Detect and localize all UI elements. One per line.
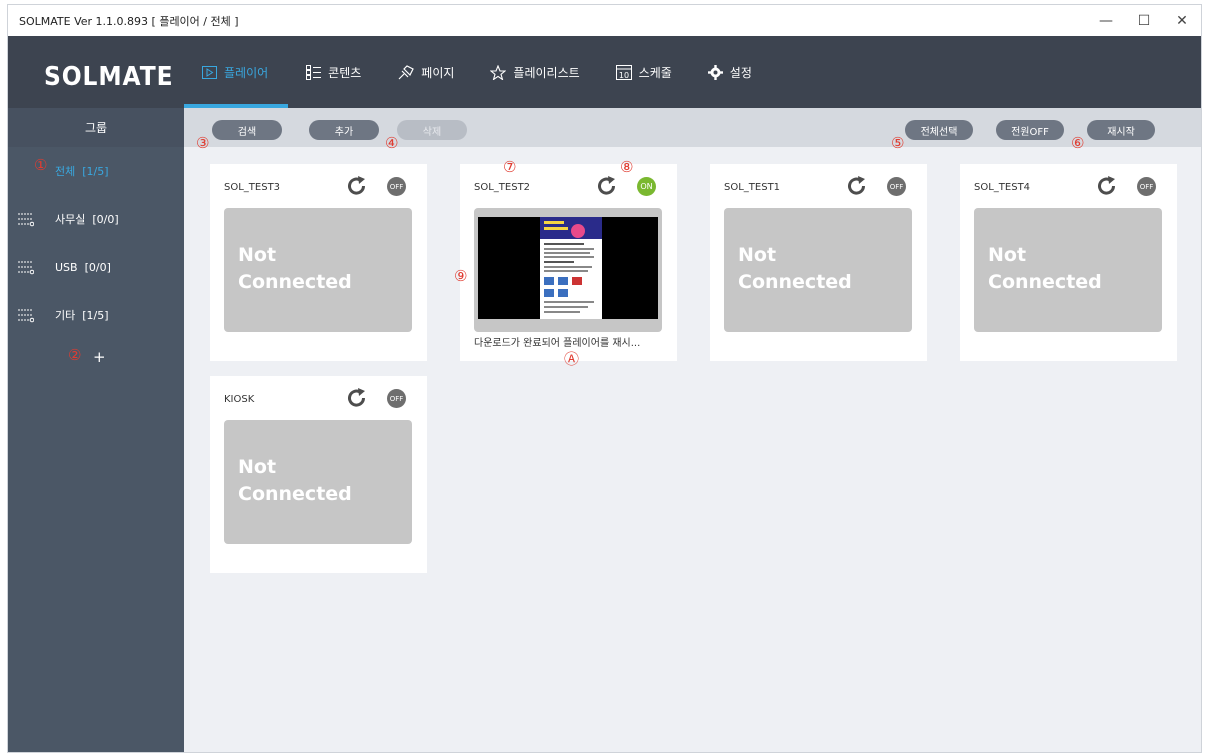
player-name: SOL_TEST3	[224, 182, 281, 193]
add-group-button[interactable]: +	[93, 348, 106, 366]
group-usb-count: [0/0]	[84, 260, 111, 274]
refresh-icon[interactable]	[595, 174, 619, 198]
group-office-label: 사무실	[55, 213, 86, 226]
calendar-icon: 10	[615, 64, 632, 80]
marker-6: ⑥	[1071, 134, 1085, 152]
window-controls: — ☐ ✕	[1087, 5, 1201, 36]
group-icon	[18, 259, 35, 275]
screen-thumbnail	[478, 217, 658, 319]
player-screen: Not Connected	[224, 208, 412, 332]
marker-9: ⑨	[454, 267, 468, 285]
group-usb-label: USB	[55, 260, 78, 274]
restart-button[interactable]: 재시작	[1087, 120, 1155, 140]
group-all-count: [1/5]	[82, 165, 109, 178]
search-button[interactable]: 검색	[212, 120, 282, 140]
add-player-button[interactable]: 추가	[309, 120, 379, 140]
title-bar: SOLMATE Ver 1.1.0.893 [ 플레이어 / 전체 ] — ☐ …	[8, 5, 1201, 36]
nav-settings-label: 설정	[729, 65, 752, 80]
not-connected-text: Not Connected	[988, 244, 1102, 293]
top-header: SOLMATE 플레이어 콘텐츠 페이지 플레이리스트 10 스케줄 설정	[8, 36, 1201, 108]
play-icon	[202, 65, 217, 79]
app-window: SOLMATE Ver 1.1.0.893 [ 플레이어 / 전체 ] — ☐ …	[7, 4, 1202, 753]
app-logo: SOLMATE	[44, 62, 174, 92]
marker-7: ⑦	[503, 158, 517, 176]
nav-content[interactable]: 콘텐츠	[288, 36, 379, 108]
power-toggle[interactable]: OFF	[887, 177, 906, 196]
delete-button[interactable]: 삭제	[397, 120, 467, 140]
marker-2: ②	[68, 346, 82, 364]
refresh-icon[interactable]	[345, 386, 369, 410]
player-screen	[474, 208, 662, 332]
group-all-label: 전체	[55, 165, 76, 178]
gear-icon	[707, 64, 723, 80]
power-toggle[interactable]: OFF	[1137, 177, 1156, 196]
select-all-button[interactable]: 전체선택	[905, 120, 973, 140]
power-toggle[interactable]: OFF	[387, 177, 406, 196]
player-screen: Not Connected	[224, 420, 412, 544]
nav-schedule[interactable]: 10 스케줄	[598, 36, 690, 108]
player-card[interactable]: SOL_TEST4 OFF Not Connected	[960, 164, 1177, 361]
marker-3: ③	[196, 134, 210, 152]
marker-1: ①	[34, 156, 48, 174]
marker-8: ⑧	[620, 158, 634, 176]
player-name: KIOSK	[224, 394, 255, 405]
minimize-button[interactable]: —	[1087, 5, 1125, 36]
not-connected-text: Not Connected	[238, 456, 352, 505]
close-button[interactable]: ✕	[1163, 5, 1201, 36]
group-icon	[18, 211, 35, 227]
maximize-button[interactable]: ☐	[1125, 5, 1163, 36]
refresh-icon[interactable]	[1095, 174, 1119, 198]
group-other-count: [1/5]	[82, 309, 109, 322]
power-toggle[interactable]: OFF	[387, 389, 406, 408]
nav-player-label: 플레이어	[224, 65, 269, 80]
marker-4: ④	[385, 134, 399, 152]
sidebar-group-office[interactable]: 사무실 [0/0]	[8, 195, 184, 243]
pin-icon	[397, 64, 415, 80]
marker-5: ⑤	[891, 134, 905, 152]
sidebar-group-usb[interactable]: USB [0/0]	[8, 243, 184, 291]
power-toggle[interactable]: ON	[637, 177, 656, 196]
group-sidebar: 그룹 ① 전체 [1/5] 사무실 [0/0] USB [0/0] 기타 [1/…	[8, 108, 184, 752]
nav-playlist[interactable]: 플레이리스트	[472, 36, 597, 108]
refresh-icon[interactable]	[345, 174, 369, 198]
player-card[interactable]: SOL_TEST1 OFF Not Connected	[710, 164, 927, 361]
nav-page-label: 페이지	[421, 65, 455, 80]
player-name: SOL_TEST2	[474, 182, 531, 193]
player-card[interactable]: KIOSK OFF Not Connected	[210, 376, 427, 573]
main-nav: 플레이어 콘텐츠 페이지 플레이리스트 10 스케줄 설정	[184, 36, 770, 108]
list-icon	[306, 64, 322, 80]
group-office-count: [0/0]	[92, 213, 119, 226]
group-icon	[18, 307, 35, 323]
not-connected-text: Not Connected	[238, 244, 352, 293]
nav-content-label: 콘텐츠	[328, 65, 362, 80]
power-off-button[interactable]: 전원OFF	[996, 120, 1064, 140]
group-office-label-wrap: 사무실 [0/0]	[55, 211, 119, 227]
star-icon	[490, 64, 507, 80]
player-card[interactable]: SOL_TEST3 OFF Not Connected	[210, 164, 427, 361]
nav-schedule-label: 스케줄	[638, 65, 672, 80]
player-name: SOL_TEST4	[974, 182, 1031, 193]
nav-settings[interactable]: 설정	[690, 36, 770, 108]
player-screen: Not Connected	[974, 208, 1162, 332]
player-status-text: 다운로드가 완료되어 플레이어를 재시...	[474, 338, 641, 349]
window-title: SOLMATE Ver 1.1.0.893 [ 플레이어 / 전체 ]	[19, 14, 239, 28]
player-name: SOL_TEST1	[724, 182, 781, 193]
nav-page[interactable]: 페이지	[379, 36, 472, 108]
group-usb-label-wrap: USB [0/0]	[55, 261, 111, 274]
nav-playlist-label: 플레이리스트	[513, 65, 580, 80]
player-screen: Not Connected	[724, 208, 912, 332]
player-card[interactable]: SOL_TEST2 ON 다운로드가 완료되어 플레이어를 재시...	[460, 164, 677, 361]
group-other-label-wrap: 기타 [1/5]	[55, 307, 109, 323]
nav-player[interactable]: 플레이어	[184, 36, 289, 108]
group-all-label-wrap: 전체 [1/5]	[55, 163, 109, 179]
sidebar-group-all[interactable]: ① 전체 [1/5]	[8, 147, 184, 195]
sidebar-group-other[interactable]: 기타 [1/5]	[8, 291, 184, 339]
marker-a: Ⓐ	[564, 350, 580, 368]
not-connected-text: Not Connected	[738, 244, 852, 293]
refresh-icon[interactable]	[845, 174, 869, 198]
sidebar-title: 그룹	[8, 108, 184, 147]
action-toolbar: 검색 추가 삭제 전체선택 전원OFF 재시작 ③ ④ ⑤ ⑥	[184, 108, 1201, 152]
group-other-label: 기타	[55, 309, 76, 322]
calendar-day: 10	[619, 71, 629, 80]
